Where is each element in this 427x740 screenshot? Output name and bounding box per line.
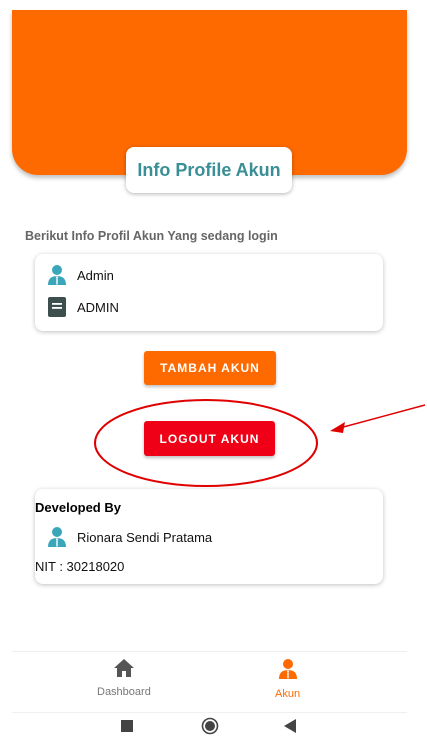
page-title: Info Profile Akun [126,147,292,193]
developer-title: Developed By [35,500,121,515]
add-account-button[interactable]: TAMBAH AKUN [144,351,276,385]
role-row: ADMIN [47,296,119,318]
user-avatar-icon [47,264,67,286]
bottom-navigation: Dashboard Akun [12,651,407,707]
developer-card: Developed By Rionara Sendi Pratama NIT :… [35,489,383,584]
back-triangle-icon[interactable] [281,717,299,735]
role-text: ADMIN [77,299,119,315]
developer-row: Rionara Sendi Pratama [47,526,212,548]
username-text: Admin [77,267,114,283]
system-navigation-bar [12,712,407,740]
user-icon [278,658,298,683]
subtitle-text: Berikut Info Profil Akun Yang sedang log… [25,229,278,243]
user-info-card: Admin ADMIN [35,254,383,331]
annotation-arrow-head [330,422,345,433]
book-icon [47,296,67,318]
developer-avatar-icon [47,526,67,548]
nav-akun[interactable]: Akun [275,658,300,700]
annotation-arrow-line [335,404,426,430]
home-circle-icon[interactable] [201,717,219,735]
developer-nit: NIT : 30218020 [35,559,125,574]
recents-square-icon[interactable] [118,717,136,735]
nav-dashboard[interactable]: Dashboard [97,658,151,698]
nav-dashboard-label: Dashboard [97,686,151,698]
home-icon [113,658,135,681]
nav-akun-label: Akun [275,688,301,700]
username-row: Admin [47,264,114,286]
logout-button[interactable]: LOGOUT AKUN [144,421,275,456]
developer-name: Rionara Sendi Pratama [77,529,213,545]
